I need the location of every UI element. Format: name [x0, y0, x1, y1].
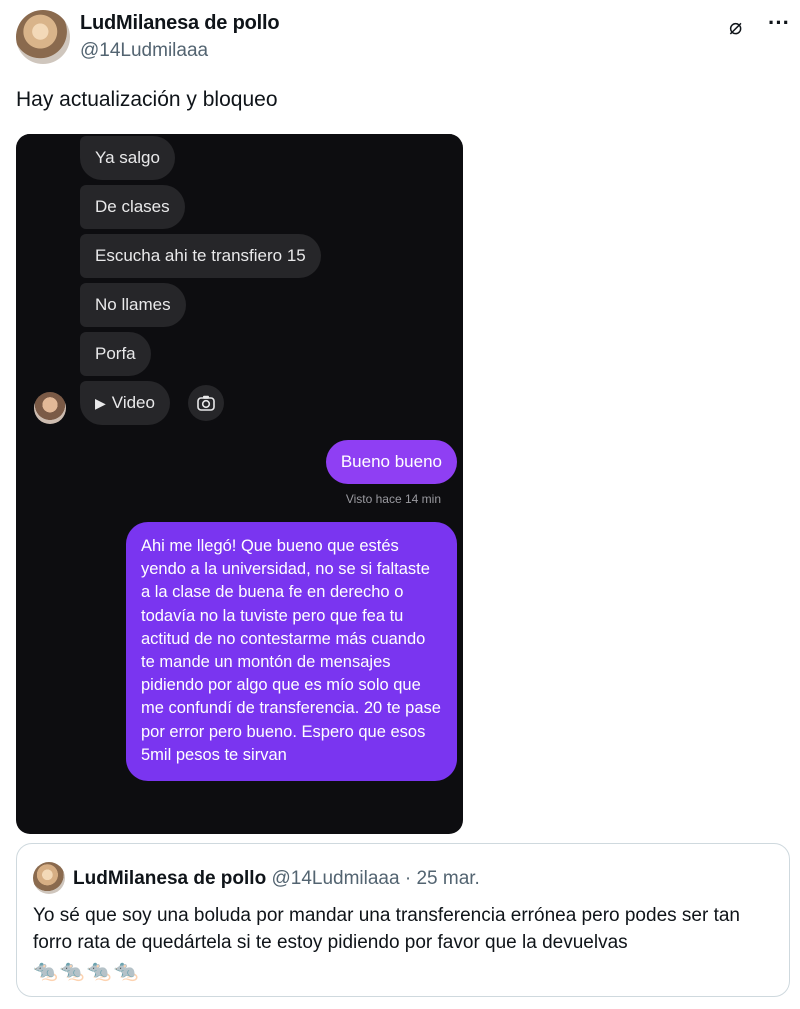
rat-emoji-row: 🐀🐀🐀🐀: [33, 960, 141, 982]
chat-screenshot-image[interactable]: Ya salgo De clases Escucha ahi te transf…: [16, 134, 463, 834]
quoted-author-handle: @14Ludmilaaa: [271, 868, 400, 889]
quoted-date: 25 mar.: [416, 868, 480, 889]
quoted-tweet-text: Yo sé que soy una boluda por mandar una …: [33, 905, 740, 953]
grok-icon[interactable]: ⌀: [729, 14, 742, 40]
seen-status: Visto hace 14 min: [345, 492, 441, 506]
received-message: Porfa: [80, 332, 151, 376]
received-message: No llames: [80, 283, 186, 327]
video-message: ▶ Video: [80, 381, 170, 425]
tweet-header: LudMilanesa de pollo @14Ludmilaaa ⌀ ···: [16, 10, 792, 66]
quoted-tweet-header: LudMilanesa de pollo @14Ludmilaaa · 25 m…: [73, 868, 480, 890]
play-icon: ▶: [95, 395, 106, 411]
quoted-tweet[interactable]: LudMilanesa de pollo @14Ludmilaaa · 25 m…: [16, 843, 790, 997]
received-message: Escucha ahi te transfiero 15: [80, 234, 321, 278]
sent-message-long: Ahi me llegó! Que bueno que estés yendo …: [126, 522, 457, 782]
received-message: De clases: [80, 185, 185, 229]
author-handle[interactable]: @14Ludmilaaa: [80, 40, 208, 62]
tweet-text: Hay actualización y bloqueo: [16, 88, 278, 111]
author-avatar[interactable]: [16, 10, 70, 64]
contact-avatar: [34, 392, 66, 424]
quoted-author-name: LudMilanesa de pollo: [73, 868, 267, 889]
camera-icon: [188, 385, 224, 421]
received-message: Ya salgo: [80, 136, 175, 180]
separator-dot: ·: [404, 868, 412, 889]
author-name[interactable]: LudMilanesa de pollo: [80, 12, 280, 35]
more-options-icon[interactable]: ···: [768, 10, 790, 36]
video-label: Video: [111, 393, 155, 412]
quoted-author-avatar: [33, 862, 65, 894]
sent-message: Bueno bueno: [325, 440, 457, 484]
